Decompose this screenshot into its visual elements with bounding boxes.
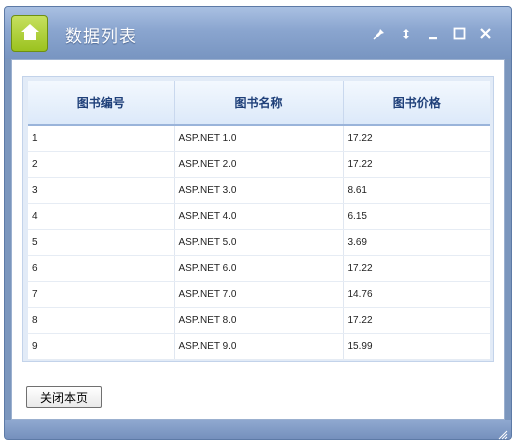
restore-icon: [401, 25, 411, 44]
cell-book-name: ASP.NET 4.0: [174, 203, 344, 230]
status-bar: [5, 420, 511, 440]
cell-book-id: 3: [28, 177, 175, 204]
close-page-button[interactable]: 关闭本页: [26, 386, 102, 408]
cell-book-id: 5: [28, 229, 175, 256]
cell-book-name: ASP.NET 5.0: [174, 229, 344, 256]
title-bar[interactable]: 数据列表: [5, 7, 511, 59]
cell-book-id: 8: [28, 307, 175, 334]
table-row[interactable]: 4 ASP.NET 4.0 6.15: [28, 203, 490, 230]
cell-book-name: ASP.NET 8.0: [174, 307, 344, 334]
book-table: 图书编号 图书名称 图书价格 1 ASP.NET 1.0 17.22 2 ASP.NE…: [28, 81, 490, 360]
minimize-icon: [427, 25, 439, 44]
table-row[interactable]: 2 ASP.NET 2.0 17.22: [28, 151, 490, 178]
cell-book-price: 15.99: [343, 333, 490, 360]
close-button[interactable]: [478, 27, 492, 41]
cell-book-id: 9: [28, 333, 175, 360]
window-title: 数据列表: [65, 27, 137, 47]
cell-book-name: ASP.NET 9.0: [174, 333, 344, 360]
home-icon: [20, 23, 40, 45]
cell-book-name: ASP.NET 1.0: [174, 125, 344, 152]
cell-book-id: 4: [28, 203, 175, 230]
cell-book-price: 6.15: [343, 203, 490, 230]
maximize-icon: [453, 25, 466, 44]
cell-book-price: 3.69: [343, 229, 490, 256]
cell-book-price: 14.76: [343, 281, 490, 308]
close-icon: [479, 25, 492, 44]
cell-book-price: 17.22: [343, 307, 490, 334]
home-button[interactable]: [11, 15, 48, 52]
cell-book-name: ASP.NET 6.0: [174, 255, 344, 282]
table-header-row: 图书编号 图书名称 图书价格: [28, 81, 490, 126]
table-row[interactable]: 9 ASP.NET 9.0 15.99: [28, 333, 490, 360]
cell-book-name: ASP.NET 7.0: [174, 281, 344, 308]
cell-book-price: 17.22: [343, 125, 490, 152]
restore-button[interactable]: [399, 27, 413, 41]
cell-book-id: 7: [28, 281, 175, 308]
table-row[interactable]: 3 ASP.NET 3.0 8.61: [28, 177, 490, 204]
minimize-button[interactable]: [426, 27, 440, 41]
table-row[interactable]: 8 ASP.NET 8.0 17.22: [28, 307, 490, 334]
content-panel: 图书编号 图书名称 图书价格 1 ASP.NET 1.0 17.22 2 ASP.NE…: [11, 59, 505, 420]
cell-book-price: 17.22: [343, 255, 490, 282]
pin-icon: [373, 25, 385, 44]
column-header-book-id[interactable]: 图书编号: [28, 81, 175, 126]
table-row[interactable]: 7 ASP.NET 7.0 14.76: [28, 281, 490, 308]
window: 数据列表 图书编号 图书名称 图书价格 1 ASP.NET 1.0 17.22 …: [4, 6, 512, 440]
column-header-book-price[interactable]: 图书价格: [343, 81, 490, 126]
cell-book-id: 1: [28, 125, 175, 152]
table-row[interactable]: 1 ASP.NET 1.0 17.22: [28, 125, 490, 152]
column-header-book-name[interactable]: 图书名称: [174, 81, 344, 126]
cell-book-id: 6: [28, 255, 175, 282]
table-row[interactable]: 6 ASP.NET 6.0 17.22: [28, 255, 490, 282]
table-row[interactable]: 5 ASP.NET 5.0 3.69: [28, 229, 490, 256]
cell-book-name: ASP.NET 3.0: [174, 177, 344, 204]
cell-book-name: ASP.NET 2.0: [174, 151, 344, 178]
cell-book-price: 17.22: [343, 151, 490, 178]
cell-book-id: 2: [28, 151, 175, 178]
pin-button[interactable]: [372, 27, 386, 41]
cell-book-price: 8.61: [343, 177, 490, 204]
maximize-button[interactable]: [452, 27, 466, 41]
resize-grip-icon[interactable]: [496, 425, 508, 440]
data-grid: 图书编号 图书名称 图书价格 1 ASP.NET 1.0 17.22 2 ASP.NE…: [22, 76, 494, 362]
